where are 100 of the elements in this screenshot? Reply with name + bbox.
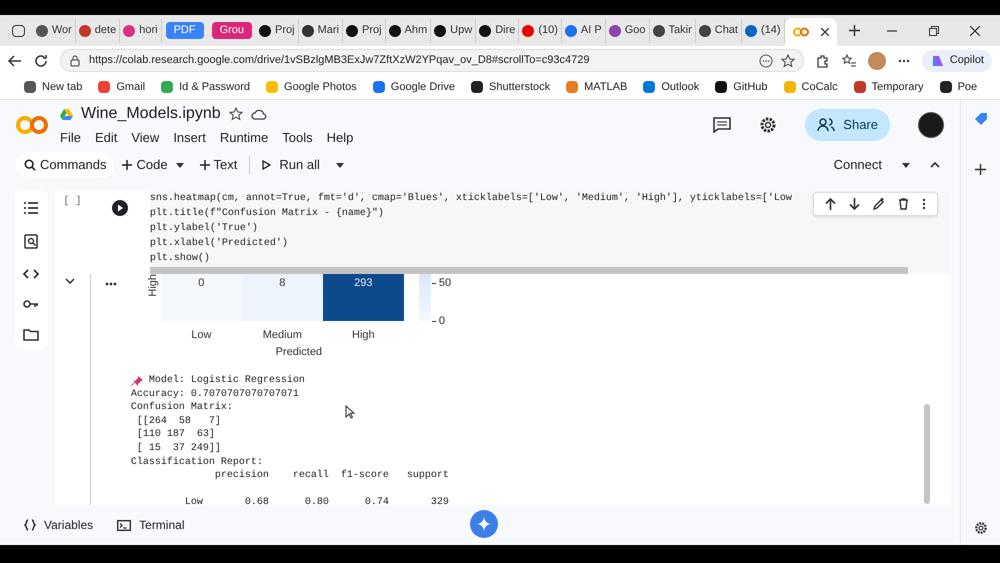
terminal-button[interactable]: Terminal	[117, 516, 184, 534]
cloud-icon[interactable]	[250, 108, 267, 120]
caret-icon[interactable]	[902, 162, 910, 168]
browser-tab[interactable]: Chat	[696, 18, 742, 42]
account-avatar[interactable]	[918, 112, 944, 138]
tab-group-label[interactable]: Grou	[212, 22, 252, 39]
favorites-icon[interactable]	[842, 54, 856, 68]
braces-icon	[24, 519, 36, 531]
bookmark[interactable]: Temporary	[854, 78, 924, 96]
new-tab-icon[interactable]	[848, 25, 860, 36]
cursor-icon	[344, 405, 355, 419]
bookmark[interactable]: CoCalc	[784, 78, 838, 96]
refresh-icon[interactable]	[34, 54, 48, 68]
star-icon[interactable]	[228, 107, 243, 122]
search-icon[interactable]	[24, 234, 38, 249]
key-icon[interactable]	[23, 299, 40, 309]
output-menu-icon[interactable]	[104, 282, 117, 286]
menu-item[interactable]: Runtime	[220, 128, 268, 148]
browser-tab[interactable]: Upw	[431, 18, 476, 42]
share-button[interactable]: Share	[805, 109, 890, 141]
bookmark[interactable]: Google Photos	[266, 78, 357, 96]
browser-tab[interactable]: Proj	[342, 18, 386, 42]
bookmark[interactable]: New tab	[24, 78, 82, 96]
browser-tab[interactable]: Proj	[256, 18, 299, 42]
more-vertical-icon[interactable]	[922, 198, 926, 210]
scrollbar-thumb[interactable]	[924, 404, 930, 504]
browser-tab[interactable]: AI P	[562, 18, 606, 42]
bookmark[interactable]: Gmail	[98, 78, 146, 96]
back-icon[interactable]	[8, 54, 22, 68]
comment-icon[interactable]	[713, 117, 732, 133]
close-icon[interactable]	[820, 28, 829, 36]
menu-item[interactable]: View	[131, 128, 160, 148]
plus-icon	[122, 160, 132, 170]
browser-tab[interactable]: Takir	[650, 18, 696, 42]
tick-label: 50	[438, 277, 452, 289]
colorbar	[418, 274, 431, 321]
gemini-button-icon[interactable]	[470, 510, 498, 538]
site-icon	[346, 24, 358, 36]
address-bar[interactable]: https://colab.research.google.com/drive/1vSBzlgMB3ExJw7ZftXzW2YPqav_ov_D8#scrollTo=c93c4729	[60, 49, 804, 72]
tag-icon[interactable]	[974, 112, 988, 126]
copilot-button[interactable]: Copilot	[922, 50, 992, 72]
table-of-contents-icon[interactable]	[24, 202, 38, 214]
menu-item[interactable]: Edit	[94, 128, 118, 148]
tick-label: Medium	[262, 328, 302, 343]
browser-tab[interactable]: Wor	[32, 18, 76, 42]
browser-tab[interactable]: dete	[76, 18, 120, 42]
folder-icon[interactable]	[23, 329, 40, 341]
tab-actions-icon[interactable]	[12, 24, 25, 36]
plus-icon[interactable]	[975, 164, 986, 175]
add-code-button[interactable]: Code	[118, 155, 172, 175]
settings-icon[interactable]	[759, 116, 778, 134]
browser-tab[interactable]: Dire	[476, 18, 520, 42]
profile-avatar[interactable]	[868, 52, 886, 70]
close-icon[interactable]	[970, 26, 980, 36]
arrow-up-icon[interactable]	[824, 198, 836, 210]
caret-icon[interactable]	[336, 162, 344, 168]
run-all-button[interactable]: Run all	[258, 155, 324, 175]
more-icon[interactable]	[758, 54, 773, 68]
browser-tab[interactable]: (14)	[742, 18, 785, 42]
bookmark[interactable]: Outlook	[643, 78, 700, 96]
bookmark[interactable]: Poe	[940, 78, 978, 96]
connect-button[interactable]: Connect	[830, 155, 886, 175]
site-icon	[123, 24, 136, 36]
run-cell-icon[interactable]	[112, 200, 128, 216]
scrollbar[interactable]	[150, 267, 908, 274]
browser-tab[interactable]: Goo	[606, 18, 650, 42]
caret-icon[interactable]	[176, 162, 184, 168]
browser-tab[interactable]: (10)	[519, 18, 562, 42]
star-icon[interactable]	[780, 54, 795, 68]
bookmark[interactable]: GitHub	[715, 78, 768, 96]
bookmark[interactable]: Id & Password	[161, 78, 250, 96]
notebook-title[interactable]: Wine_Models.ipynb	[81, 102, 221, 126]
output-line: Confusion Matrix:	[130, 401, 233, 415]
axis-label: Predicted	[274, 344, 324, 360]
pencil-icon[interactable]	[873, 198, 886, 210]
restore-icon[interactable]	[928, 26, 939, 36]
menu-icon[interactable]	[898, 58, 910, 62]
trash-icon[interactable]	[898, 198, 910, 210]
bookmark[interactable]: Shutterstock	[471, 78, 550, 96]
settings-icon[interactable]	[974, 521, 988, 535]
add-text-button[interactable]: Text	[196, 155, 242, 175]
menu-item[interactable]: Tools	[282, 128, 313, 148]
bookmark[interactable]: MATLAB	[566, 78, 628, 96]
puzzle-icon[interactable]	[816, 54, 830, 68]
site-icon	[259, 24, 272, 36]
variables-button[interactable]: Variables	[24, 516, 94, 534]
browser-tab[interactable]: Ahm	[386, 18, 432, 42]
tab-group-label[interactable]: PDF	[166, 22, 204, 39]
colab-logo-icon[interactable]	[16, 115, 48, 135]
browser-tab[interactable]: Mari	[298, 18, 343, 42]
menu-item[interactable]: File	[60, 128, 81, 148]
menu-item[interactable]: Help	[326, 128, 354, 148]
arrow-down-icon[interactable]	[848, 198, 860, 210]
collapse-icon[interactable]	[930, 162, 940, 168]
commands-button[interactable]: Commands	[16, 152, 114, 178]
chevron-down-icon[interactable]	[65, 278, 76, 284]
bookmark[interactable]: Google Drive	[372, 78, 455, 96]
menu-item[interactable]: Insert	[173, 128, 206, 148]
browser-tab[interactable]: hori	[120, 18, 162, 42]
code-icon[interactable]	[23, 269, 40, 279]
